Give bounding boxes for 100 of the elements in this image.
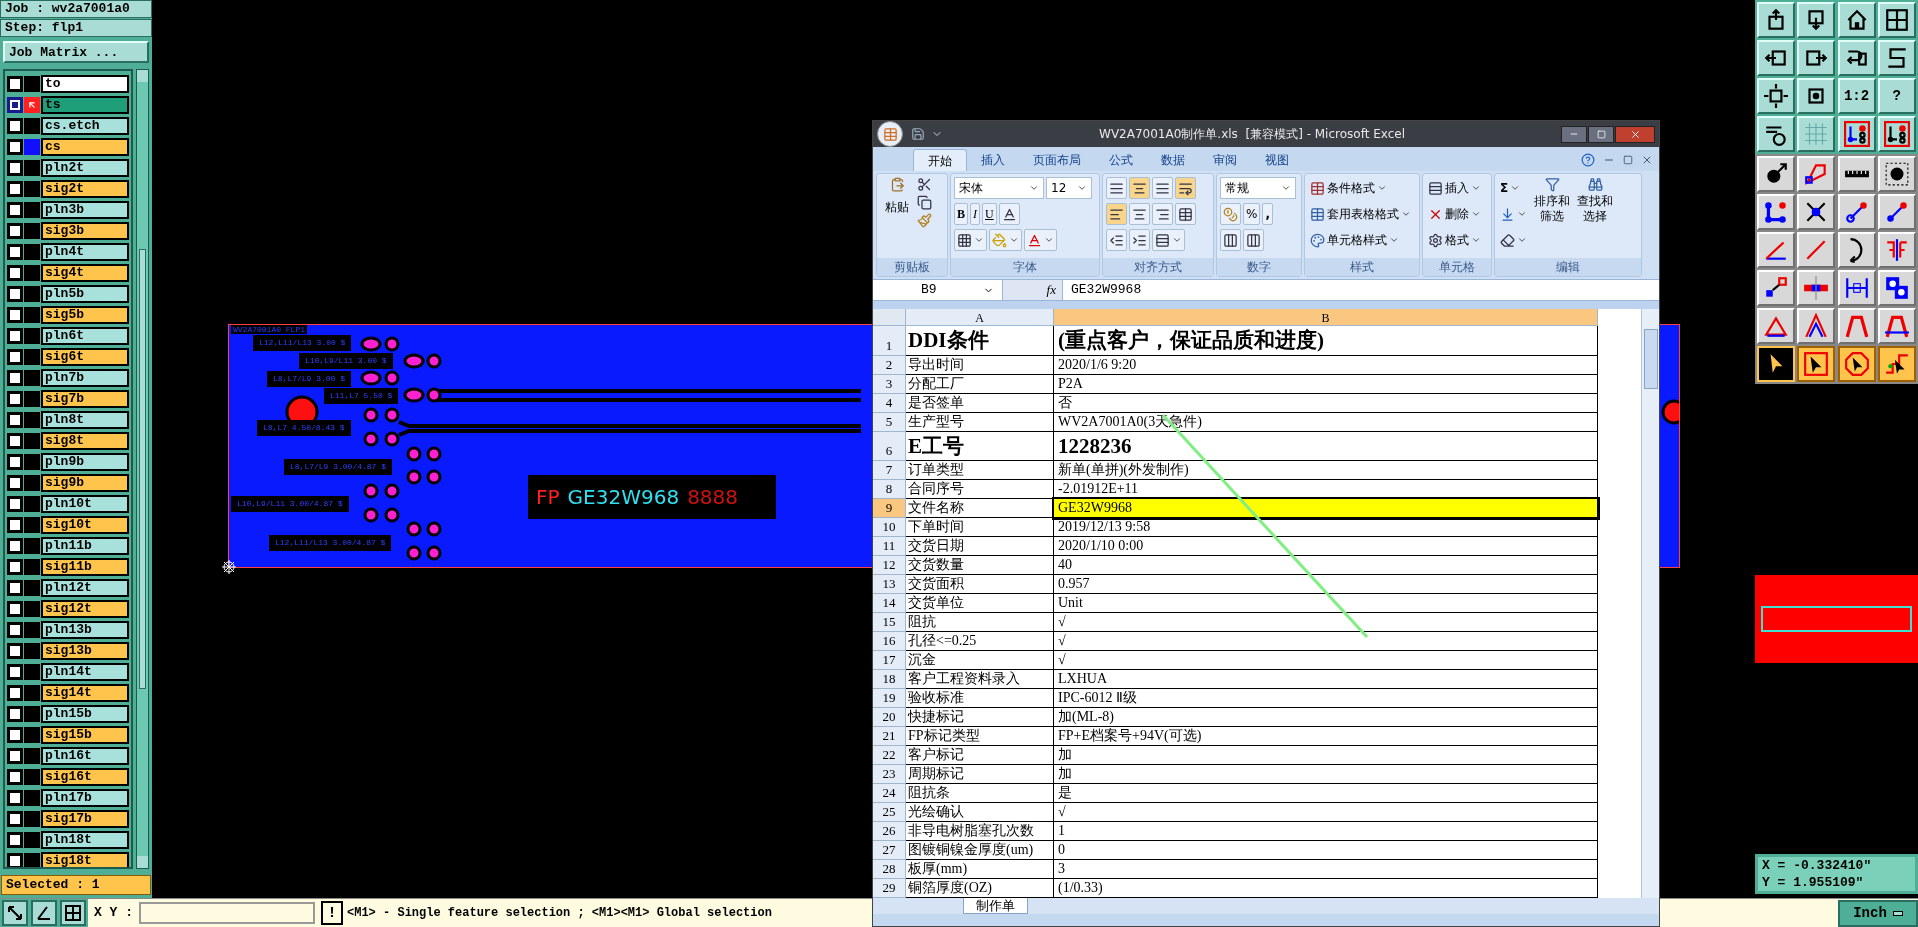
layer-display-checkbox[interactable] [7,600,23,617]
layer-display-checkbox[interactable] [7,789,23,806]
row-header[interactable]: 10 [873,518,906,537]
layer-display-checkbox[interactable] [7,726,23,743]
layer-display-checkbox[interactable] [7,621,23,638]
layer-name[interactable]: sig2t [41,179,129,198]
layer-name[interactable]: sig15b [41,725,129,744]
column-header[interactable]: A [906,309,1054,326]
layer-display-checkbox[interactable] [7,453,23,470]
layer-name[interactable]: sig9b [41,473,129,492]
format-cells-button[interactable]: 格式 [1426,229,1483,251]
row-header[interactable]: 6 [873,432,906,461]
layer-name[interactable]: pln5b [41,284,129,303]
row-header[interactable]: 23 [873,765,906,784]
layer-name[interactable]: sig3b [41,221,129,240]
layer-name[interactable]: pln3b [41,200,129,219]
align-right-button[interactable] [1152,203,1173,225]
layer-display-checkbox[interactable] [7,495,23,512]
layer-name[interactable]: cs.etch [41,116,129,135]
table-format-button[interactable]: 套用表格格式 [1308,203,1413,225]
percent-button[interactable]: % [1243,203,1261,225]
tool-button[interactable] [2,900,28,926]
row-header[interactable]: 12 [873,556,906,575]
row-header[interactable]: 22 [873,746,906,765]
row-header[interactable]: 27 [873,841,906,860]
wrap-text-button[interactable] [1175,177,1196,199]
layer-display-checkbox[interactable] [7,558,23,575]
ribbon-tab[interactable]: 审阅 [1199,149,1251,171]
layer-display-checkbox[interactable] [7,432,23,449]
layer-display-checkbox[interactable] [7,390,23,407]
layer-name[interactable]: sig11b [41,557,129,576]
column-header[interactable]: B [1054,309,1598,326]
sheet-tab[interactable]: 制作单 [963,898,1028,914]
increase-decimal-button[interactable] [1220,229,1241,251]
xy-input-field[interactable] [139,902,315,924]
restore-button[interactable] [1588,125,1614,143]
underline-button[interactable]: U [982,203,997,225]
layer-name[interactable]: pln9b [41,452,129,471]
layer-display-checkbox[interactable] [7,768,23,785]
layer-display-checkbox[interactable] [7,306,23,323]
number-format-select[interactable]: 常规 [1220,177,1296,199]
layer-name[interactable]: sig8t [41,431,129,450]
row-header[interactable]: 1 [873,326,906,356]
layer-display-checkbox[interactable] [7,663,23,680]
font-size-select[interactable]: 12 [1046,177,1092,199]
layer-name[interactable]: ts [41,95,129,114]
layer-display-checkbox[interactable] [7,747,23,764]
comma-button[interactable]: , [1262,203,1273,225]
outdent-button[interactable] [1106,229,1127,251]
font-color-button[interactable] [1024,229,1057,251]
layer-display-checkbox[interactable] [7,285,23,302]
layer-display-checkbox[interactable] [7,201,23,218]
layer-name[interactable]: pln10t [41,494,129,513]
layer-name[interactable]: pln12t [41,578,129,597]
layer-name[interactable]: to [41,74,129,93]
layer-name[interactable]: sig12t [41,599,129,618]
close-button[interactable] [1615,125,1655,143]
tool-button[interactable] [31,900,57,926]
ribbon-tab[interactable]: 开始 [913,149,967,171]
sum-button[interactable]: Σ [1498,177,1529,199]
layer-display-checkbox[interactable] [7,327,23,344]
row-header[interactable]: 5 [873,413,906,432]
layer-display-checkbox[interactable] [7,369,23,386]
border-button[interactable] [954,229,987,251]
font-select[interactable]: 宋体 [954,177,1044,199]
layer-display-checkbox[interactable] [7,96,23,113]
layer-name[interactable]: sig14t [41,683,129,702]
decrease-decimal-button[interactable] [1243,229,1264,251]
layer-display-checkbox[interactable] [7,75,23,92]
layer-name[interactable]: pln4t [41,242,129,261]
row-header[interactable]: 25 [873,803,906,822]
cell-style-button[interactable]: 单元格样式 [1308,229,1413,251]
layer-display-checkbox[interactable] [7,852,23,867]
row-header[interactable]: 29 [873,879,906,898]
ribbon-tab[interactable]: 插入 [967,149,1019,171]
tool-button[interactable]: ? [1877,78,1916,114]
layer-display-checkbox[interactable] [7,831,23,848]
layer-display-checkbox[interactable] [7,222,23,239]
units-button[interactable]: Inch [1838,899,1918,927]
layer-display-checkbox[interactable] [7,642,23,659]
layer-name[interactable]: sig13b [41,641,129,660]
layer-name[interactable]: cs [41,137,129,156]
row-header[interactable]: 3 [873,375,906,394]
layer-name[interactable]: sig4t [41,263,129,282]
row-header[interactable]: 11 [873,537,906,556]
orientation-button[interactable] [1152,229,1185,251]
row-header[interactable]: 28 [873,860,906,879]
find-select-button[interactable]: 查找和选择 [1575,177,1615,255]
align-left-button[interactable] [1106,203,1127,225]
layer-display-checkbox[interactable] [7,705,23,722]
save-icon[interactable] [911,127,925,141]
scrollbar[interactable] [136,69,149,869]
layer-name[interactable]: sig7b [41,389,129,408]
ribbon-tab[interactable]: 页面布局 [1019,149,1095,171]
layer-display-checkbox[interactable] [7,411,23,428]
paste-button[interactable]: 粘贴 [880,177,914,255]
select-tool-button[interactable] [1837,346,1876,382]
row-header[interactable]: 18 [873,670,906,689]
row-header[interactable]: 17 [873,651,906,670]
restore-icon[interactable] [1623,155,1633,165]
